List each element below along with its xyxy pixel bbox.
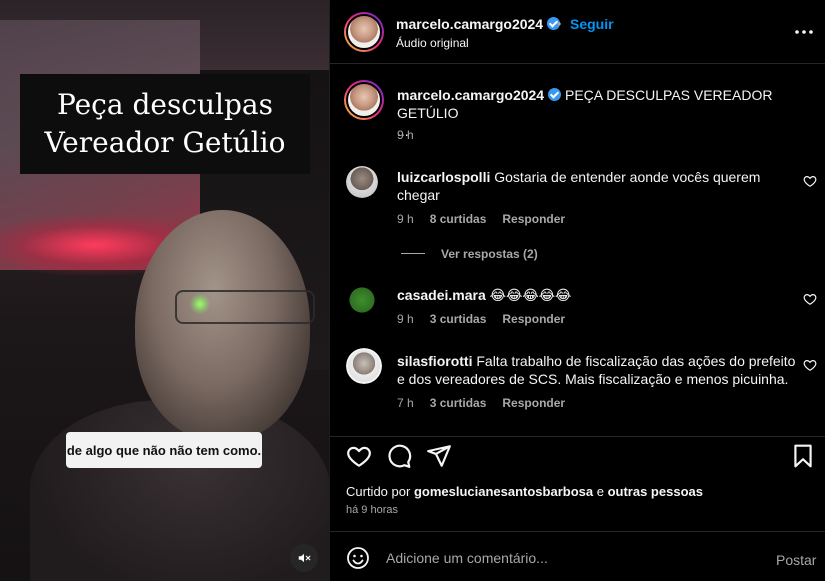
comment-time: 7 h xyxy=(397,396,414,410)
comment-like-icon[interactable] xyxy=(803,358,817,372)
follow-button[interactable]: Seguir xyxy=(570,16,614,32)
comment-username[interactable]: luizcarlospolli xyxy=(397,169,490,185)
comment-text: 😂😂😂😂😂 xyxy=(489,287,572,303)
post-comment-button[interactable]: Postar xyxy=(776,552,816,568)
post-timestamp[interactable]: há 9 horas xyxy=(346,504,398,516)
caption-author-avatar[interactable] xyxy=(344,80,384,120)
comment-input[interactable] xyxy=(386,544,756,572)
replies-line xyxy=(401,253,425,254)
video-title-line-1: Peça desculpas xyxy=(57,88,273,121)
share-paper-plane-icon[interactable] xyxy=(426,443,452,469)
comment-username[interactable]: casadei.mara xyxy=(397,287,486,303)
post-caption: marcelo.camargo2024 PEÇA DESCULPAS VEREA… xyxy=(397,86,807,140)
caption-author-avatar-image xyxy=(346,82,382,118)
comment-time: 9 h xyxy=(397,312,414,326)
add-comment-bar: Postar xyxy=(330,531,825,581)
comment-avatar-image xyxy=(346,348,382,384)
comment-body: casadei.mara 😂😂😂😂😂 xyxy=(397,286,787,304)
comment-avatar[interactable] xyxy=(346,166,378,198)
view-replies-button[interactable]: Ver respostas (2) xyxy=(401,247,538,261)
comment-username[interactable]: silasfiorotti xyxy=(397,353,472,369)
comment-body: silasfiorotti Falta trabalho de fiscaliz… xyxy=(397,352,797,388)
reply-button[interactable]: Responder xyxy=(502,212,565,226)
reply-button[interactable]: Responder xyxy=(502,396,565,410)
caption-time: 9 h xyxy=(397,128,414,142)
caption-username[interactable]: marcelo.camargo2024 xyxy=(397,87,544,103)
verified-badge-icon xyxy=(548,88,562,101)
comment-avatar-image xyxy=(346,166,378,198)
liked-by-line: Curtido por gomeslucianesantosbarbosa e … xyxy=(346,484,703,499)
comment-avatar-image xyxy=(346,284,378,316)
caption-meta: 9 h xyxy=(397,128,414,142)
separator-dot: • xyxy=(557,17,562,31)
comment-time: 9 h xyxy=(397,212,414,226)
comment-likes-count[interactable]: 8 curtidas xyxy=(430,212,487,226)
post-header: marcelo.camargo2024 • Seguir Áudio origi… xyxy=(330,0,825,64)
emoji-smiley-icon[interactable] xyxy=(346,546,370,570)
comment-meta: 9 h 8 curtidas Responder xyxy=(397,212,565,226)
liked-by-user-link[interactable]: gomeslucianesantosbarbosa xyxy=(414,484,593,499)
like-heart-icon[interactable] xyxy=(346,443,372,469)
speaker-muted-icon xyxy=(298,553,311,563)
green-reflection xyxy=(190,294,210,314)
comment-like-icon[interactable] xyxy=(803,174,817,188)
liked-by-prefix: Curtido por xyxy=(346,484,411,499)
video-title-line-2: Vereador Getúlio xyxy=(44,126,286,159)
comment-avatar[interactable] xyxy=(346,284,378,316)
more-options-icon[interactable] xyxy=(792,22,816,42)
liked-by-and: e xyxy=(596,484,604,499)
liked-by-others-link[interactable]: outras pessoas xyxy=(608,484,703,499)
post-side-panel: marcelo.camargo2024 • Seguir Áudio origi… xyxy=(329,0,825,581)
post-actions-bar xyxy=(330,436,825,476)
person-head xyxy=(135,210,310,440)
view-replies-label: Ver respostas (2) xyxy=(441,247,538,261)
author-username-link[interactable]: marcelo.camargo2024 xyxy=(396,16,561,32)
mute-button[interactable] xyxy=(290,544,318,572)
comment-likes-count[interactable]: 3 curtidas xyxy=(430,312,487,326)
comment-bubble-icon[interactable] xyxy=(386,443,412,469)
original-audio-link[interactable]: Áudio original xyxy=(396,36,469,50)
comment-body: luizcarlospolli Gostaria de entender aon… xyxy=(397,168,787,204)
comment-likes-count[interactable]: 3 curtidas xyxy=(430,396,487,410)
reel-video[interactable]: Peça desculpas Vereador Getúlio de algo … xyxy=(0,0,329,581)
reply-button[interactable]: Responder xyxy=(502,312,565,326)
comment-meta: 9 h 3 curtidas Responder xyxy=(397,312,565,326)
comment-meta: 7 h 3 curtidas Responder xyxy=(397,396,565,410)
author-username: marcelo.camargo2024 xyxy=(396,16,544,32)
author-avatar[interactable] xyxy=(344,12,384,52)
comment-avatar[interactable] xyxy=(346,348,382,384)
author-avatar-image xyxy=(346,14,382,50)
save-bookmark-icon[interactable] xyxy=(790,443,816,469)
video-title-overlay: Peça desculpas Vereador Getúlio xyxy=(20,74,310,174)
video-subtitle: de algo que não não tem como. xyxy=(66,432,262,468)
comment-like-icon[interactable] xyxy=(803,292,817,306)
